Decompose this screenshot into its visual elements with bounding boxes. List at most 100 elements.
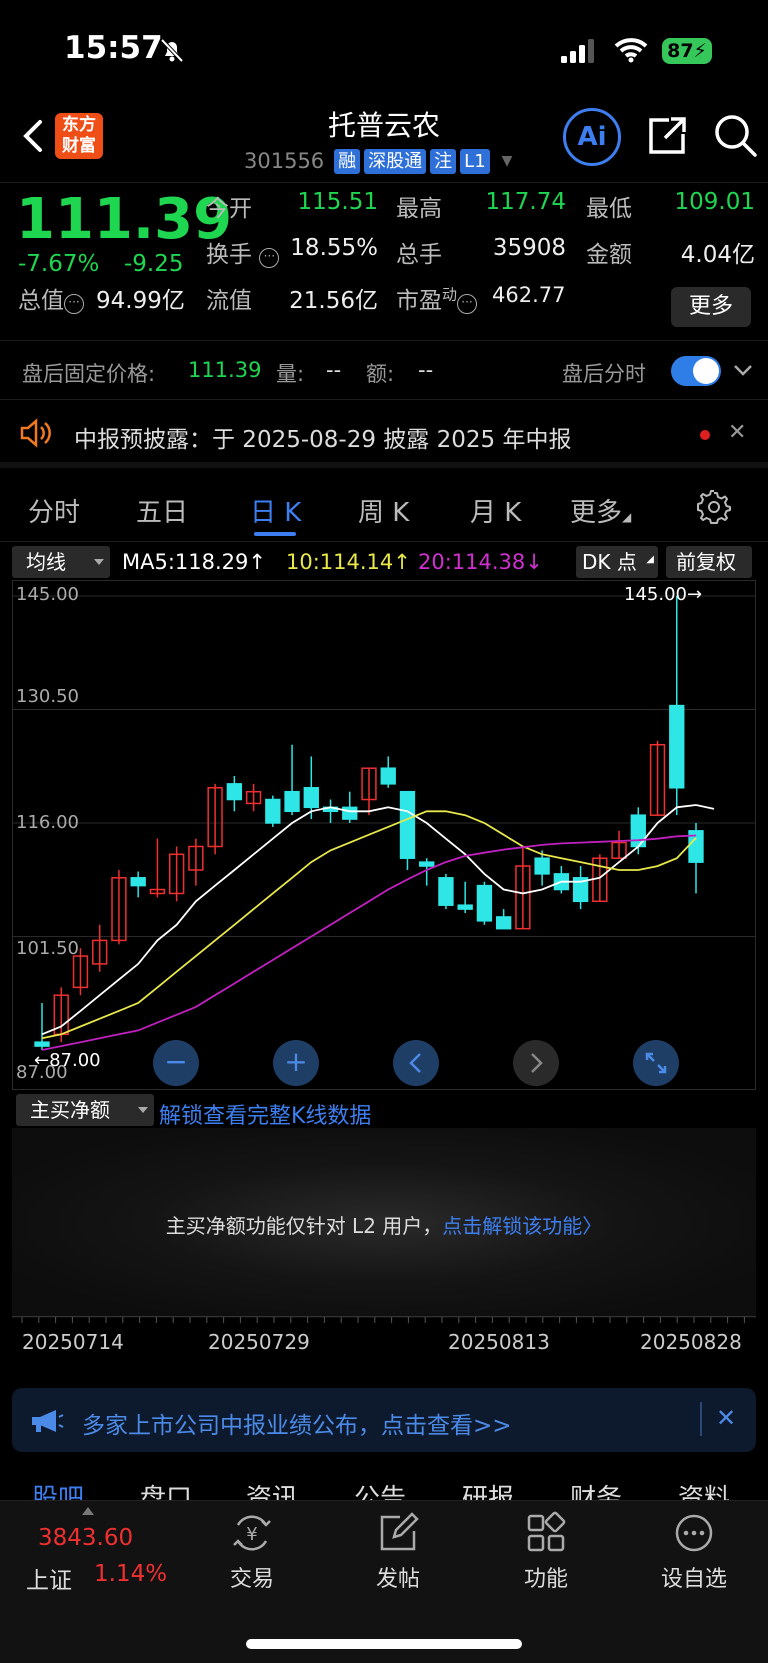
l2-unlock-link[interactable]: 点击解锁该功能〉 [442,1214,602,1238]
index-name[interactable]: 上证 [26,1561,72,1595]
post-button[interactable]: 发帖 [348,1511,448,1593]
more-circle-icon [675,1514,713,1552]
post-label: 发帖 [375,1567,420,1592]
ma-line-ma5 [41,804,697,1036]
max-price-annotation: 145.00→ [624,584,703,605]
tab-intraday[interactable]: 分时 [28,492,80,529]
open-value: 115.51 [297,189,378,215]
ma-line-ma10 [41,810,697,1040]
candle-body [419,861,435,867]
search-icon[interactable] [712,112,758,158]
candle-body [669,704,685,789]
tab-research[interactable]: 研报 [462,1478,514,1500]
yuan-exchange-icon: ¥ [233,1515,271,1551]
amount-value: 4.04亿 [680,242,755,268]
signal-icon [561,39,594,63]
candle-body [457,904,473,910]
candle-body [34,1041,50,1047]
x-date: 20250714 [22,1330,124,1354]
net-flow-select[interactable]: 主买净额 [16,1094,154,1126]
tag-connect: 深股通 [364,148,427,174]
gear-icon[interactable] [697,490,731,524]
index-percent[interactable]: 1.14% [94,1561,167,1587]
ma10-value: 10:114.14↑ [286,550,411,574]
wifi-icon [614,38,648,63]
detail-tabs: 股吧 盘口 资讯 公告 研报 财务 资料 [0,1462,768,1500]
quote-panel: 111.39 -7.67% -9.25 今开 115.51 最高 117.74 … [0,182,768,338]
indicator-select[interactable]: 均线 [12,546,110,578]
fullscreen-button[interactable] [633,1040,679,1086]
amount-label: 金额 [586,242,632,268]
tab-profile[interactable]: 资料 [678,1478,730,1500]
high-label: 最高 [396,196,442,222]
index-value[interactable]: 3843.60 [38,1525,133,1551]
next-button[interactable] [513,1040,559,1086]
turnover-value: 18.55% [290,235,378,261]
l2-locked-panel: 主买净额功能仅针对 L2 用户，点击解锁该功能〉 [12,1128,756,1318]
candle-body [399,790,416,859]
expand-up-icon[interactable] [82,1507,94,1515]
megaphone-icon [32,1410,64,1432]
zoom-in-button[interactable]: + [273,1040,319,1086]
tab-daily-k[interactable]: 日 K [250,492,301,529]
after-hours-toggle[interactable] [671,356,721,386]
adjust-button[interactable]: 前复权 [666,546,752,578]
info-icon[interactable]: ··· [457,294,478,314]
chevron-down-icon[interactable] [732,361,754,379]
change-amount: -9.25 [124,251,184,277]
share-icon[interactable] [645,114,689,158]
change-percent: -7.67% [18,251,100,277]
mcap-value: 94.99亿 [96,288,185,314]
stock-subtitle[interactable]: 301556 融 深股通 注 L1 ▼ [244,148,512,174]
tab-five-day[interactable]: 五日 [136,492,188,529]
tag-margin: 融 [334,148,361,174]
battery-indicator: 87⚡ [662,38,712,64]
dk-point-button[interactable]: DK 点 ◢ [576,546,658,578]
y-axis-label: 116.00 [16,812,79,833]
after-amt-value: -- [418,358,434,382]
close-icon[interactable]: ✕ [716,1404,736,1432]
grid-icon [527,1511,566,1552]
prev-button[interactable] [393,1040,439,1086]
tab-orderbook[interactable]: 盘口 [140,1478,192,1500]
min-price-annotation: ←87.00 [34,1050,101,1071]
status-time: 15:57 [64,30,163,66]
tab-monthly-k[interactable]: 月 K [470,492,521,529]
float-value: 21.56亿 [289,288,378,314]
y-axis-label: 130.50 [16,686,79,707]
zoom-out-button[interactable]: − [153,1040,199,1086]
add-watchlist-button[interactable]: 设自选 [644,1511,744,1593]
after-price-label: 盘后固定价格: [22,362,156,386]
after-price-value: 111.39 [188,358,262,382]
announcement-banner[interactable]: 多家上市公司中报业绩公布，点击查看>> ✕ [12,1388,756,1452]
candle-body [130,877,146,887]
tab-announcements[interactable]: 公告 [354,1478,406,1500]
kline-chart[interactable]: 145.00 130.50 116.00 101.50 87.00 145.00… [12,580,756,1090]
unlock-link[interactable]: 解锁查看完整K线数据 [159,1098,371,1130]
tab-weekly-k[interactable]: 周 K [358,492,409,529]
more-button[interactable]: 更多 [671,287,751,327]
functions-label: 功能 [523,1567,568,1592]
home-indicator [246,1639,522,1649]
info-icon[interactable]: ··· [259,248,280,268]
candle-body [495,916,512,930]
tab-more[interactable]: 更多◢ [570,492,631,529]
bottom-bar: 3843.60 上证 1.14% ¥ 交易 发帖 功能 设自选 [0,1500,768,1663]
open-label: 今开 [206,196,252,222]
ma20-value: 20:114.38↓ [418,550,543,574]
candle-body [476,884,493,922]
mcap-label: 总值 ··· [18,281,84,315]
tab-news[interactable]: 资讯 [246,1478,298,1500]
functions-button[interactable]: 功能 [496,1511,596,1593]
tab-finance[interactable]: 财务 [570,1478,622,1500]
candle-body [380,767,396,785]
x-axis-ticks [12,1316,756,1323]
info-icon[interactable]: ··· [64,294,84,314]
high-value: 117.74 [485,189,566,215]
trade-button[interactable]: ¥ 交易 [202,1511,302,1593]
ai-button[interactable]: Ai [563,108,621,166]
ma-line-ma20 [41,834,697,1051]
notice-bar[interactable]: 中报预披露：于 2025-08-29 披露 2025 年中报 ✕ [0,402,768,468]
tab-guba[interactable]: 股吧 [32,1478,84,1500]
close-icon[interactable]: ✕ [728,420,746,445]
